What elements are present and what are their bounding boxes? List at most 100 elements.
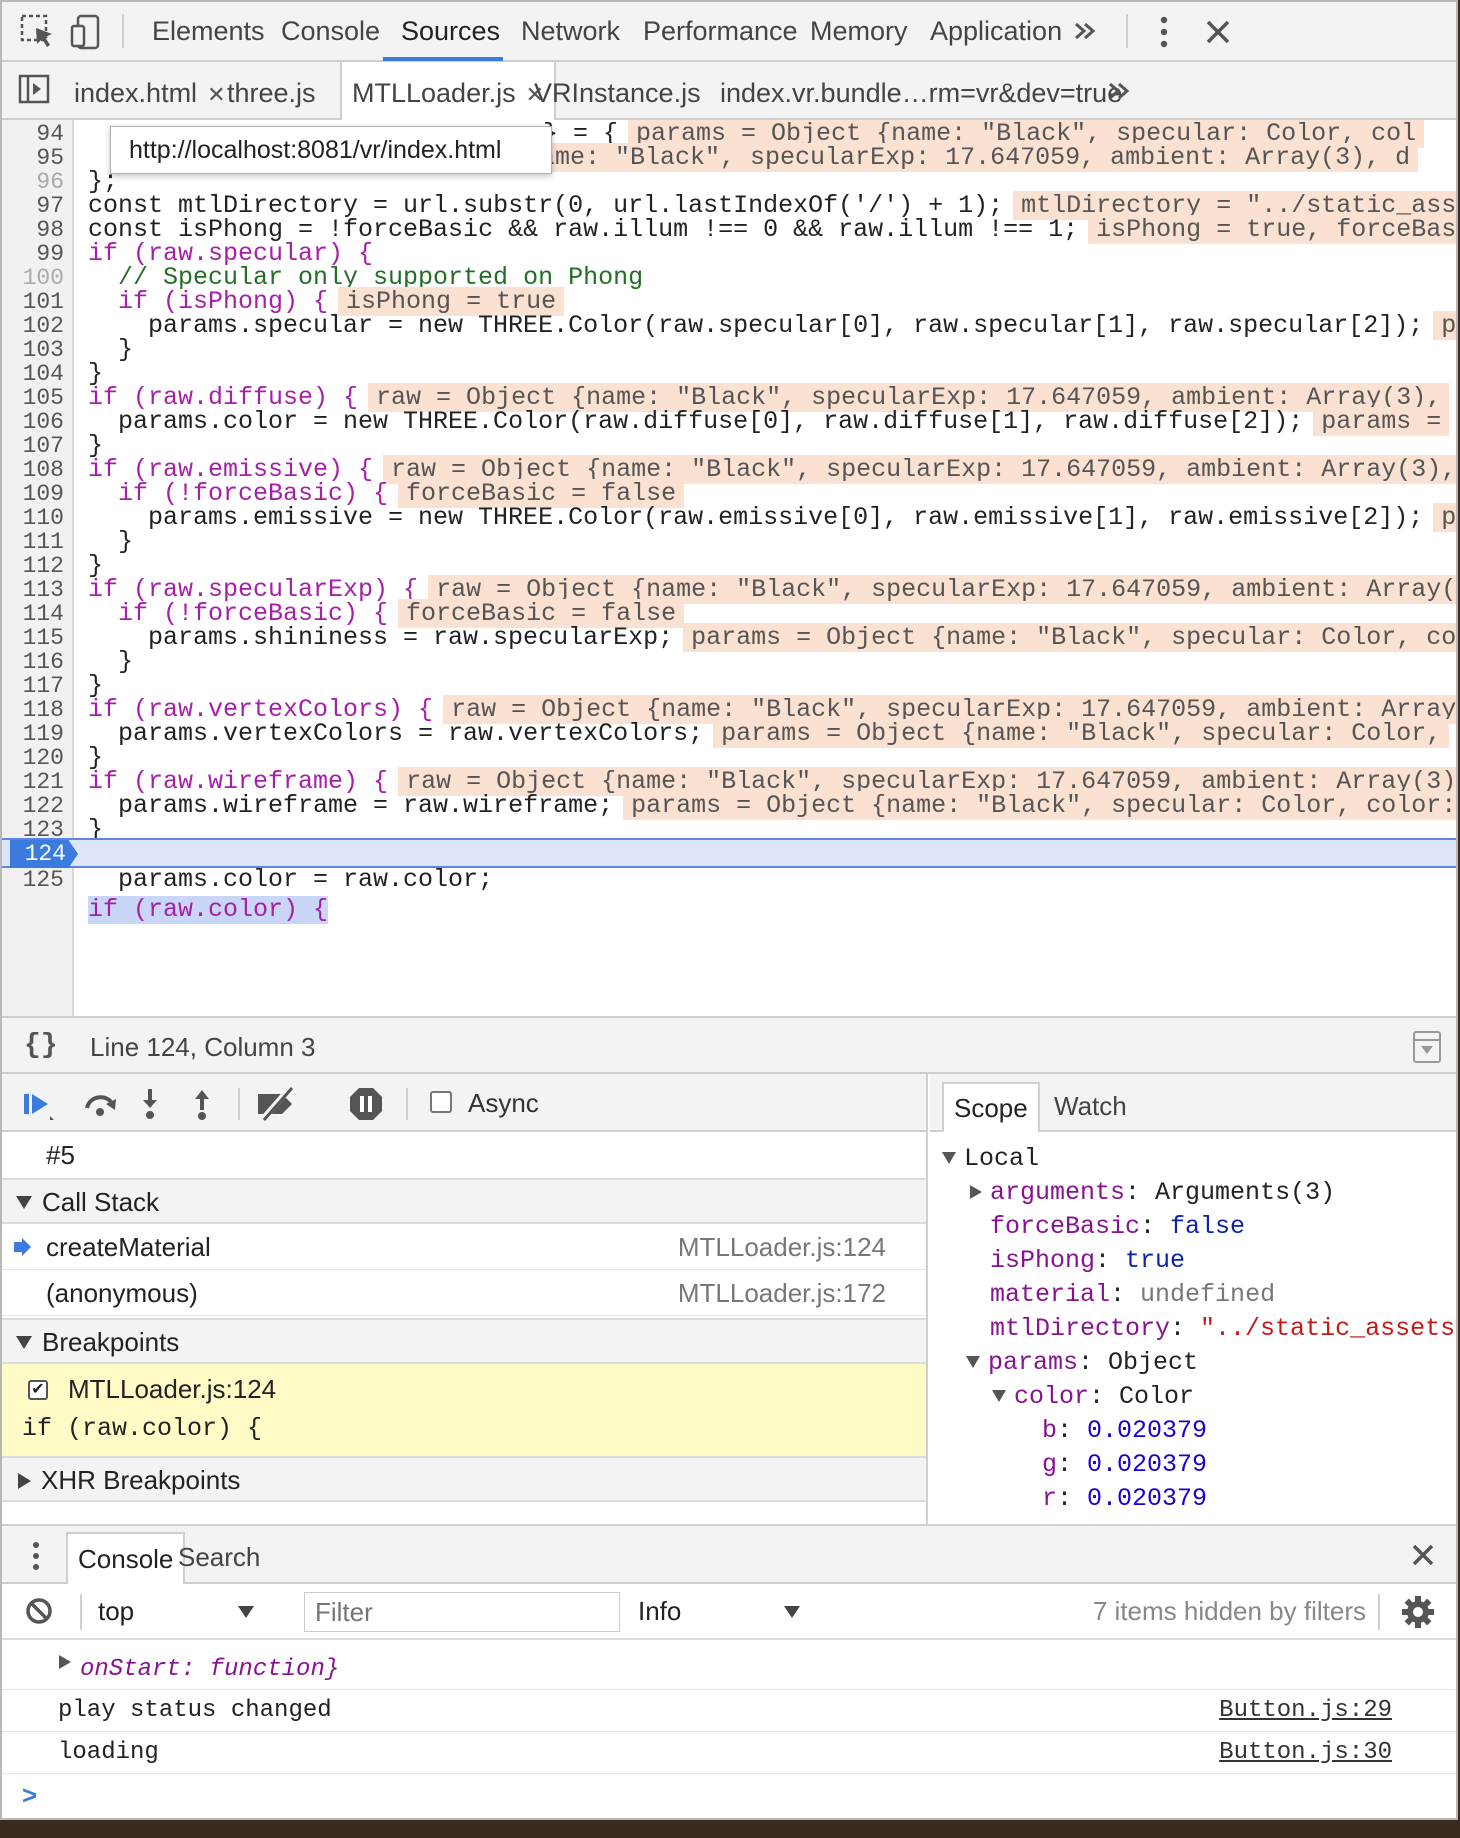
- file-tab-label: three.js: [227, 78, 316, 108]
- tab-elements[interactable]: Elements: [152, 2, 265, 60]
- current-frame-arrow-icon: [14, 1238, 31, 1256]
- scope-var-arguments[interactable]: arguments: Arguments(3): [930, 1176, 1456, 1210]
- filter-input[interactable]: [304, 1592, 620, 1632]
- tab-network[interactable]: Network: [521, 2, 620, 60]
- debugger-sidebar: Async #5 Call Stack createMaterial MTLLo…: [2, 1074, 928, 1524]
- step-over-icon[interactable]: [82, 1086, 118, 1122]
- chevron-down-icon: [784, 1606, 800, 1618]
- xhr-breakpoints-header[interactable]: XHR Breakpoints: [2, 1456, 926, 1502]
- call-frame-row[interactable]: createMaterial MTLLoader.js:124: [2, 1224, 926, 1270]
- console-prompt[interactable]: >: [22, 1780, 37, 1811]
- tab-sources[interactable]: Sources: [401, 2, 500, 60]
- breakpoint-item[interactable]: ✔ MTLLoader.js:124 if (raw.color) {: [2, 1364, 926, 1456]
- collapse-triangle-icon: [992, 1390, 1006, 1403]
- breakpoint-marker[interactable]: 124: [10, 840, 78, 868]
- more-tabs-chevron-icon[interactable]: [1070, 16, 1100, 46]
- console-settings-gear-icon[interactable]: [1400, 1594, 1436, 1630]
- current-execution-line: 124 if (raw.color) {: [2, 838, 1456, 924]
- toggle-navigator-icon[interactable]: [16, 70, 56, 110]
- file-tabbar: index.html ✕ three.js MTLLoader.js ✕ VRIns…: [2, 62, 1456, 120]
- device-toolbar-icon[interactable]: [68, 12, 108, 52]
- console-toolbar: top Info 7 items hidden by filters: [2, 1584, 1456, 1640]
- code-editor[interactable]: 94 any} = {params = Object {name: "Black"…: [2, 120, 1456, 1016]
- source-link[interactable]: Button.js:29: [1219, 1690, 1392, 1732]
- file-tab-label: index.html: [74, 78, 198, 108]
- tab-url-tooltip: http://localhost:8081/vr/index.html: [110, 126, 552, 174]
- breakpoints-header[interactable]: Breakpoints: [2, 1318, 926, 1364]
- pretty-print-button[interactable]: {}: [24, 1030, 58, 1061]
- cursor-position: Line 124, Column 3: [90, 1032, 316, 1062]
- scope-var-r[interactable]: r: 0.020379: [930, 1482, 1456, 1516]
- call-stack-header[interactable]: Call Stack: [2, 1178, 926, 1224]
- close-tab-icon[interactable]: ✕: [207, 82, 225, 107]
- collapse-triangle-icon: [16, 1336, 32, 1350]
- chevron-down-icon: [238, 1606, 254, 1618]
- step-into-icon[interactable]: [132, 1086, 168, 1122]
- source-link[interactable]: Button.js:30: [1219, 1732, 1392, 1774]
- scope-var-color[interactable]: color: Color: [930, 1380, 1456, 1414]
- toggle-debugger-sidebar-icon[interactable]: [1412, 1030, 1442, 1064]
- resume-icon[interactable]: [20, 1086, 56, 1122]
- deactivate-breakpoints-icon[interactable]: [254, 1086, 298, 1122]
- expand-triangle-icon: [970, 1185, 982, 1200]
- async-label: Async: [468, 1088, 539, 1118]
- file-tab-three-js[interactable]: three.js: [227, 62, 316, 119]
- file-tab-index-vr-bundle[interactable]: index.vr.bundle…rm=vr&dev=true: [720, 62, 1122, 119]
- tab-scope[interactable]: Scope: [942, 1082, 1040, 1132]
- scope-var-b[interactable]: b: 0.020379: [930, 1414, 1456, 1448]
- expand-triangle-icon: [18, 1472, 31, 1489]
- collapse-triangle-icon: [16, 1196, 32, 1210]
- scope-var-g[interactable]: g: 0.020379: [930, 1448, 1456, 1482]
- collapse-triangle-icon: [966, 1356, 980, 1369]
- tab-performance[interactable]: Performance: [643, 2, 798, 60]
- editor-status-bar: {} Line 124, Column 3: [2, 1016, 1456, 1074]
- context-select[interactable]: top: [98, 1596, 134, 1627]
- console-message-object[interactable]: onStart: function}: [2, 1640, 1456, 1690]
- devtools-window: Elements Console Sources Network Perform…: [0, 0, 1458, 1820]
- file-tab-mtlloader-js[interactable]: MTLLoader.js ✕: [340, 62, 557, 120]
- log-level-select[interactable]: Info: [638, 1596, 681, 1627]
- console-message: play status changed Button.js:29: [2, 1690, 1456, 1732]
- step-out-icon[interactable]: [184, 1086, 220, 1122]
- drawer-tab-search[interactable]: Search: [168, 1532, 270, 1584]
- file-tab-label: index.vr.bundle…rm=vr&dev=true: [720, 78, 1123, 108]
- async-checkbox[interactable]: [430, 1091, 452, 1113]
- tab-console[interactable]: Console: [281, 2, 380, 60]
- tab-watch[interactable]: Watch: [1044, 1082, 1137, 1132]
- hidden-items-count: 7 items hidden by filters: [1092, 1596, 1366, 1626]
- drawer-tabbar: Console Search: [2, 1526, 1456, 1584]
- file-tab-vrinstance-js[interactable]: VRInstance.js: [534, 62, 701, 119]
- thread-label: #5: [46, 1140, 75, 1170]
- scope-var-isphong[interactable]: isPhong: true: [930, 1244, 1456, 1278]
- kebab-menu-icon[interactable]: [1146, 12, 1182, 52]
- clear-console-icon[interactable]: [24, 1596, 54, 1626]
- drawer-menu-icon[interactable]: [26, 1538, 46, 1574]
- pause-on-exceptions-icon[interactable]: [348, 1086, 384, 1122]
- console-drawer: Console Search top Info 7 items hidden b…: [2, 1524, 1456, 1818]
- local-scope-header[interactable]: Local: [930, 1142, 1456, 1176]
- code-line: 125 params.color = raw.color;: [22, 865, 494, 894]
- panel-tabbar: Elements Console Sources Network Perform…: [2, 2, 1456, 62]
- expand-triangle-icon[interactable]: [58, 1654, 72, 1670]
- scope-panel: Scope Watch Local arguments: Arguments(3…: [930, 1074, 1456, 1524]
- more-files-chevron-icon[interactable]: [1104, 76, 1134, 106]
- inspect-element-icon[interactable]: [18, 12, 58, 52]
- call-frame-row[interactable]: (anonymous) MTLLoader.js:172: [2, 1270, 926, 1316]
- close-drawer-icon[interactable]: [1408, 1540, 1438, 1570]
- scope-tabbar: Scope Watch: [930, 1074, 1456, 1132]
- active-tab-indicator: [383, 57, 503, 61]
- tab-memory[interactable]: Memory: [810, 2, 908, 60]
- scope-var-forcebasic[interactable]: forceBasic: false: [930, 1210, 1456, 1244]
- console-message: loading Button.js:30: [2, 1732, 1456, 1774]
- scope-var-material[interactable]: material: undefined: [930, 1278, 1456, 1312]
- file-tab-label: MTLLoader.js: [352, 78, 516, 108]
- file-tab-index-html[interactable]: index.html ✕: [74, 62, 226, 119]
- tab-application[interactable]: Application: [930, 2, 1062, 60]
- close-devtools-icon[interactable]: [1198, 12, 1238, 52]
- collapse-triangle-icon: [942, 1152, 956, 1165]
- debugger-toolbar: Async: [2, 1074, 926, 1132]
- scope-var-mtldirectory[interactable]: mtlDirectory: "../static_assets/': [930, 1312, 1456, 1346]
- file-tab-label: VRInstance.js: [534, 78, 701, 108]
- breakpoint-checkbox[interactable]: ✔: [28, 1380, 48, 1400]
- scope-var-params[interactable]: params: Object: [930, 1346, 1456, 1380]
